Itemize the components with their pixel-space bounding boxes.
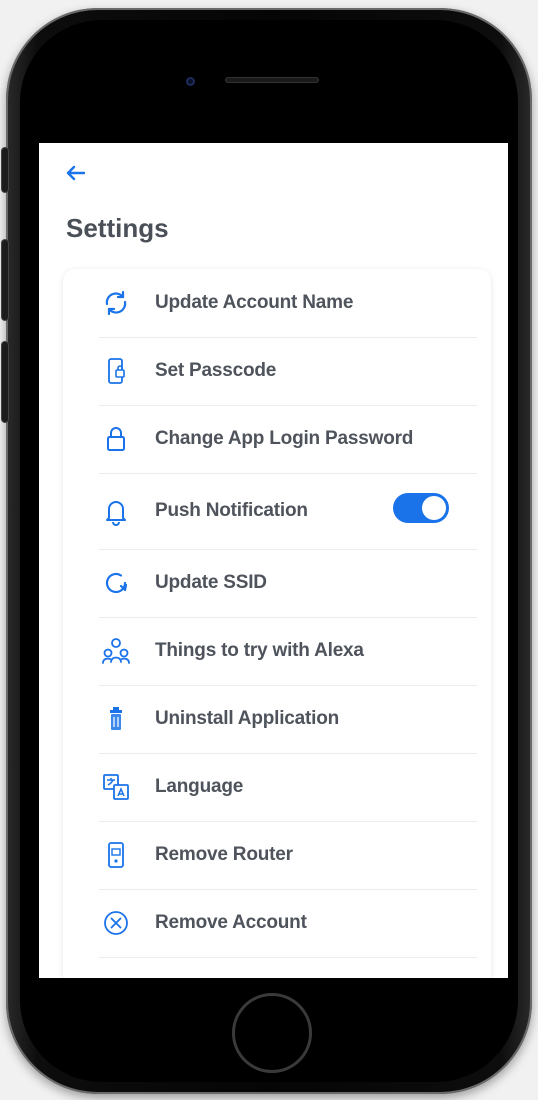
arrow-left-icon [66, 165, 85, 181]
settings-row-label: Change App Login Password [155, 428, 414, 449]
settings-row-label: Language [155, 776, 244, 797]
translate-icon [99, 770, 133, 804]
settings-row-label: Remove Account [155, 912, 307, 933]
settings-row-label: Push Notification [155, 500, 308, 521]
settings-row-update-ssid[interactable]: Update SSID [99, 549, 477, 618]
settings-row-update-account-name[interactable]: Update Account Name [99, 269, 477, 338]
earpiece-speaker [225, 77, 319, 83]
toggle-knob [422, 496, 446, 520]
settings-row-push-notification: Push Notification [99, 473, 477, 550]
bell-icon [99, 494, 133, 528]
lock-icon [99, 422, 133, 456]
mute-switch [2, 148, 8, 192]
volume-up-button [2, 240, 8, 320]
settings-card: Update Account Name Set Passcode Change … [63, 269, 491, 978]
page-title: Settings [66, 213, 169, 243]
refresh-icon [99, 566, 133, 600]
trash-icon [99, 702, 133, 736]
settings-row-change-password[interactable]: Change App Login Password [99, 405, 477, 474]
settings-row-language[interactable]: Language [99, 753, 477, 822]
settings-row-label: Uninstall Application [155, 708, 340, 729]
volume-down-button [2, 342, 8, 422]
back-button[interactable] [63, 161, 87, 185]
close-circle-icon [99, 906, 133, 940]
settings-row-alexa[interactable]: Things to try with Alexa [99, 617, 477, 686]
settings-row-remove-router[interactable]: Remove Router [99, 821, 477, 890]
settings-row-label: Things to try with Alexa [155, 640, 364, 661]
sync-icon [99, 286, 133, 320]
settings-row-uninstall[interactable]: Uninstall Application [99, 685, 477, 754]
settings-row-set-passcode[interactable]: Set Passcode [99, 337, 477, 406]
settings-row-label: Remove Router [155, 844, 293, 865]
router-icon [99, 838, 133, 872]
home-button[interactable] [232, 993, 312, 1073]
front-camera [186, 77, 195, 86]
push-notification-toggle[interactable] [393, 493, 449, 523]
users-icon [99, 634, 133, 668]
settings-row-label: Update SSID [155, 572, 267, 593]
settings-row-remove-account[interactable]: Remove Account [99, 889, 477, 958]
phone-lock-icon [99, 354, 133, 388]
settings-row-label: Update Account Name [155, 292, 354, 313]
settings-row-label: Set Passcode [155, 360, 277, 381]
app-screen: Settings Update Account Name Set Passcod… [39, 143, 508, 978]
